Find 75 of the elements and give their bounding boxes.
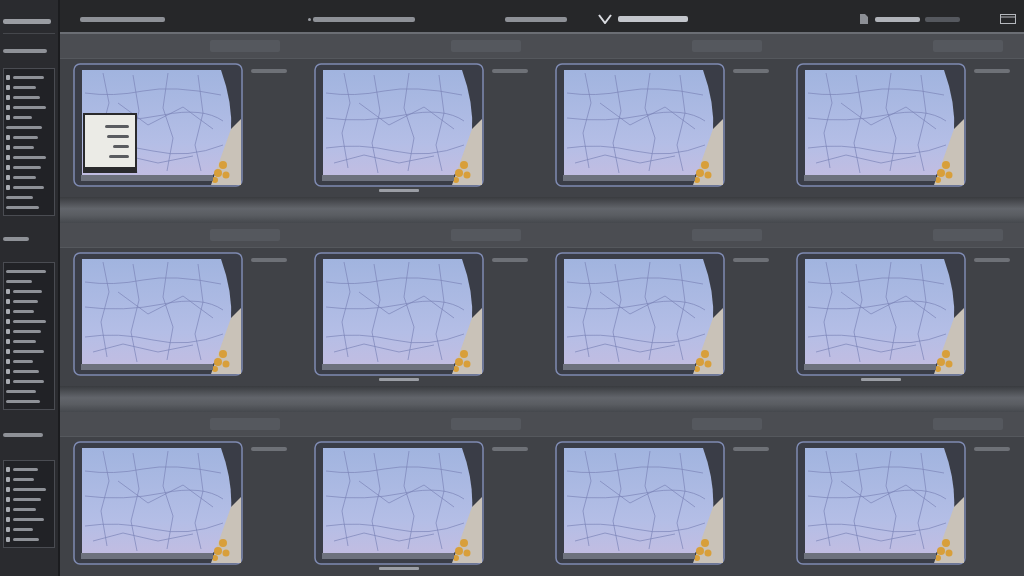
- blurred-text-drawing: [3, 433, 43, 437]
- blurred-text-drawing[interactable]: [13, 85, 36, 89]
- window-icon[interactable]: [1000, 14, 1016, 24]
- dot-icon: [308, 17, 311, 21]
- blurred-text-drawing[interactable]: [13, 487, 46, 491]
- blurred-text-drawing: [251, 258, 287, 262]
- blurred-text-drawing[interactable]: [6, 269, 46, 273]
- monitor-map-drawing[interactable]: [796, 63, 966, 187]
- blurred-text-drawing[interactable]: [13, 289, 42, 293]
- blurred-text-drawing[interactable]: [13, 95, 40, 99]
- blurred-text-drawing[interactable]: [13, 299, 38, 303]
- blurred-text-drawing: [974, 258, 1010, 262]
- monitor-map-drawing[interactable]: [73, 441, 243, 565]
- blurred-text-drawing: [251, 447, 287, 451]
- blurred-text-drawing: [492, 258, 528, 262]
- blurred-text-drawing[interactable]: [13, 527, 33, 531]
- blurred-text-drawing: [107, 135, 129, 138]
- blurred-text-drawing: [3, 19, 51, 24]
- blurred-text-drawing[interactable]: [13, 165, 41, 169]
- monitor-map-drawing[interactable]: [796, 252, 966, 376]
- blurred-text-drawing[interactable]: [13, 115, 32, 119]
- blurred-text-drawing: [3, 237, 29, 241]
- chevron-down-icon[interactable]: [598, 14, 612, 24]
- blurred-text-drawing: [925, 16, 960, 22]
- blurred-text-drawing[interactable]: [13, 185, 44, 189]
- blurred-text-drawing[interactable]: [6, 279, 32, 283]
- monitor-map-drawing[interactable]: [314, 63, 484, 187]
- monitor-map-drawing[interactable]: [796, 441, 966, 565]
- blurred-text-drawing: [618, 16, 688, 22]
- blurred-text-drawing: [733, 447, 769, 451]
- blurred-text-drawing[interactable]: [13, 319, 46, 323]
- blurred-text-drawing[interactable]: [6, 205, 39, 209]
- monitor-map-drawing[interactable]: [314, 441, 484, 565]
- blurred-text-drawing[interactable]: [13, 359, 33, 363]
- blurred-text-drawing[interactable]: [13, 467, 38, 471]
- blurred-text-drawing: [505, 16, 567, 22]
- blurred-text-drawing: [492, 447, 528, 451]
- blurred-text-drawing[interactable]: [13, 339, 36, 343]
- blurred-text-drawing[interactable]: [13, 507, 36, 511]
- blurred-text-drawing[interactable]: [13, 75, 44, 79]
- blurred-text-drawing: [974, 69, 1010, 73]
- blurred-text-drawing: [251, 69, 287, 73]
- blurred-text-drawing[interactable]: [13, 135, 38, 139]
- blurred-text-drawing[interactable]: [13, 145, 34, 149]
- blurred-text-drawing[interactable]: [13, 105, 46, 109]
- blurred-text-drawing[interactable]: [13, 155, 46, 159]
- blurred-text-drawing[interactable]: [6, 125, 42, 129]
- blurred-text-drawing[interactable]: [13, 477, 34, 481]
- blurred-text-drawing[interactable]: [13, 175, 36, 179]
- blurred-text-drawing: [113, 145, 129, 148]
- file-icon[interactable]: [860, 14, 868, 24]
- blurred-text-drawing: [3, 49, 47, 53]
- blurred-text-drawing: [109, 155, 129, 158]
- monitor-map-drawing[interactable]: [314, 252, 484, 376]
- blurred-text-drawing: [875, 16, 920, 22]
- blurred-text-drawing[interactable]: [13, 369, 39, 373]
- blurred-text-drawing[interactable]: [13, 379, 44, 383]
- blurred-text-drawing: [105, 125, 129, 128]
- blurred-text-drawing[interactable]: [6, 195, 33, 199]
- monitor-map-drawing[interactable]: [555, 252, 725, 376]
- blurred-text-drawing[interactable]: [13, 517, 44, 521]
- blurred-text-drawing[interactable]: [13, 349, 44, 353]
- blurred-text-drawing[interactable]: [13, 309, 34, 313]
- blurred-text-drawing[interactable]: [6, 399, 40, 403]
- monitor-map-drawing[interactable]: [555, 441, 725, 565]
- blurred-text-drawing[interactable]: [13, 329, 41, 333]
- blurred-text-drawing: [733, 69, 769, 73]
- monitor-map-drawing[interactable]: [555, 63, 725, 187]
- monitor-map-drawing[interactable]: [73, 252, 243, 376]
- blurred-text-drawing[interactable]: [13, 497, 41, 501]
- blurred-text-drawing[interactable]: [6, 389, 36, 393]
- blurred-text-drawing: [733, 258, 769, 262]
- blurred-text-drawing: [974, 447, 1010, 451]
- blurred-text-drawing[interactable]: [13, 537, 39, 541]
- blurred-text-drawing: [492, 69, 528, 73]
